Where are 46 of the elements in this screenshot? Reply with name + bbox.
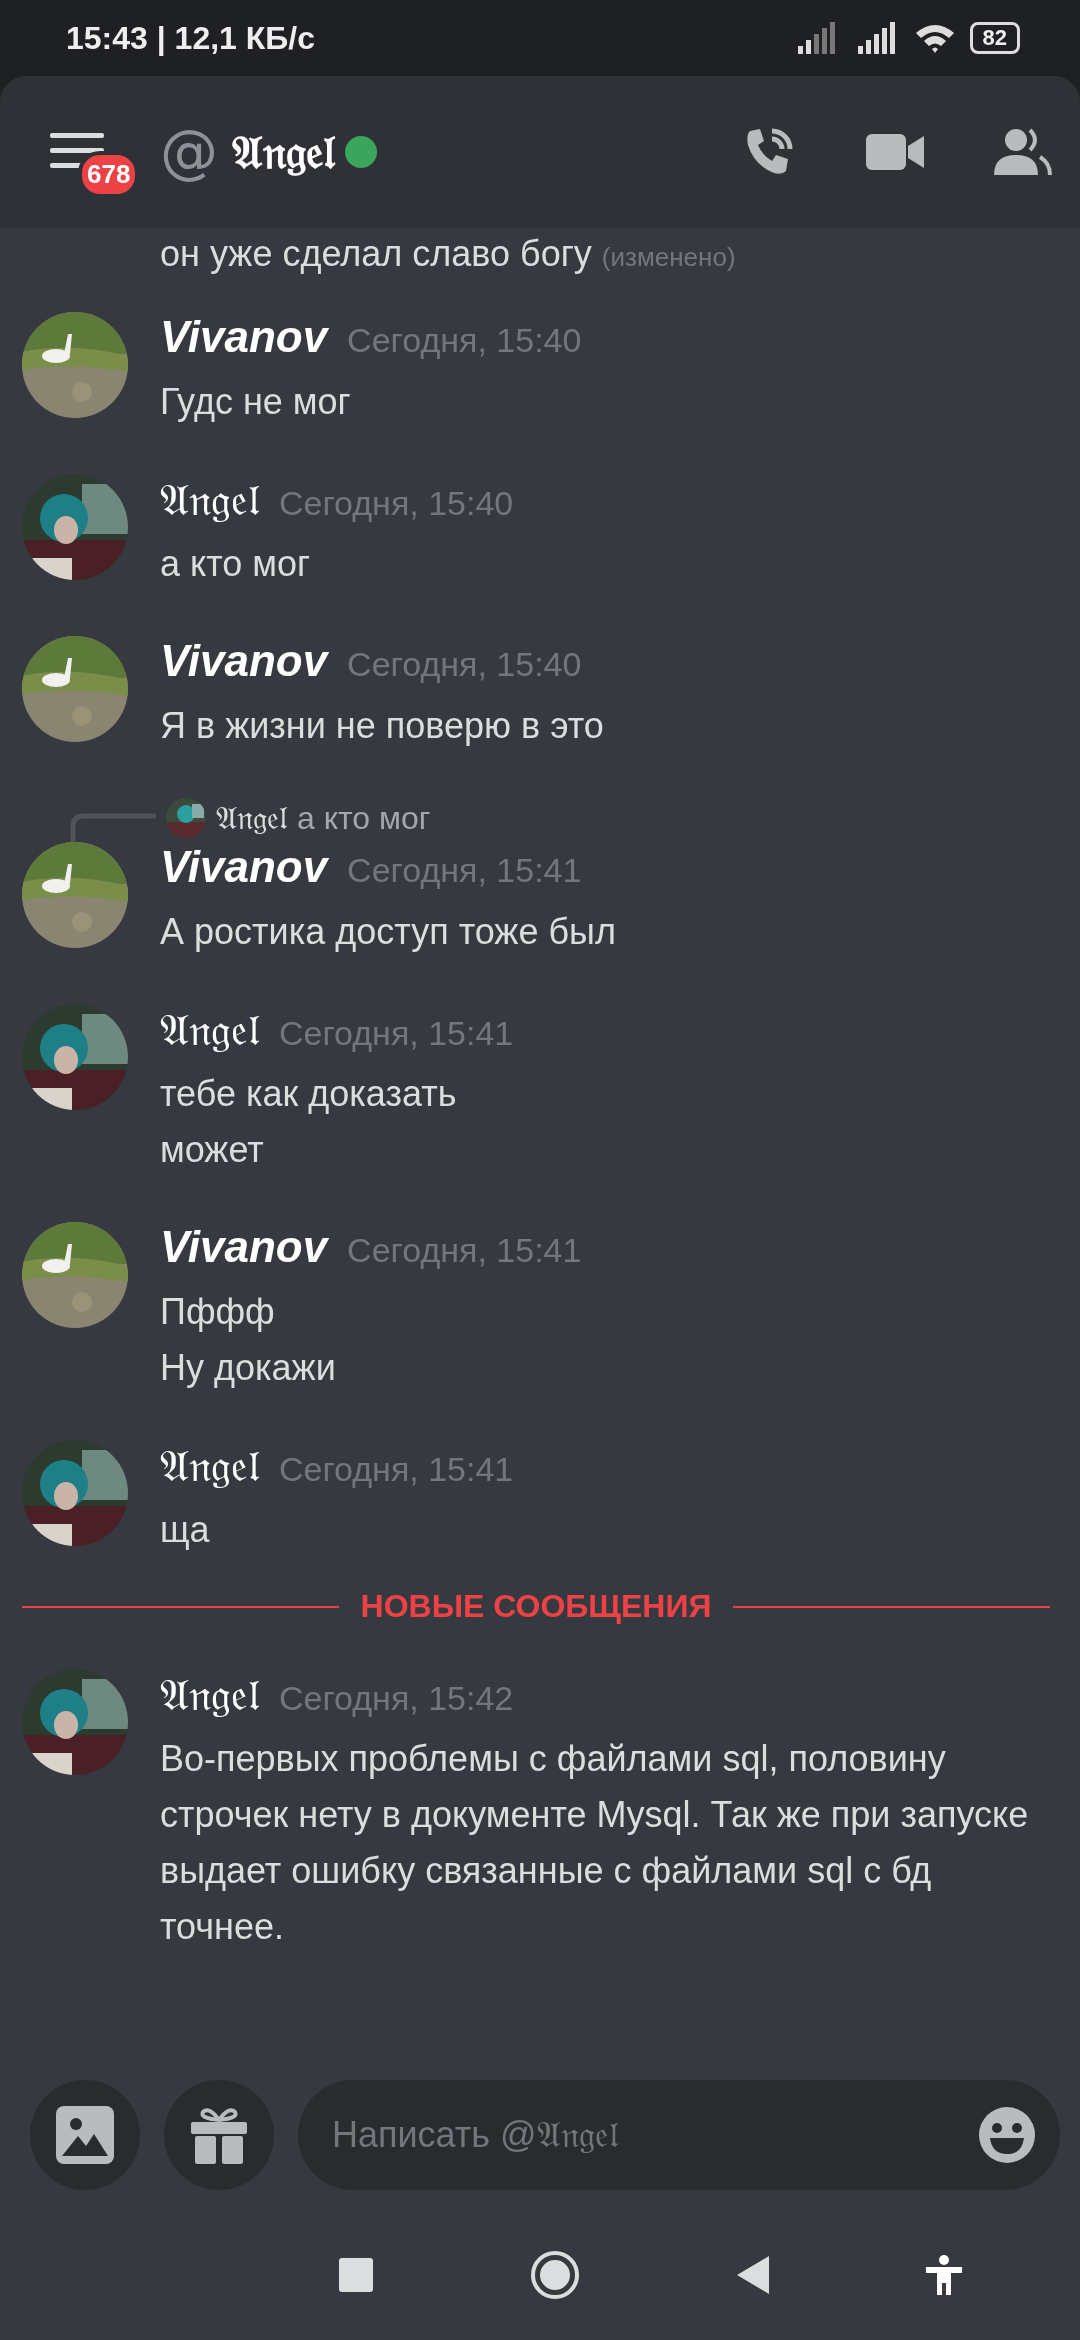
message-time: Сегодня, 15:41 xyxy=(279,1014,514,1053)
author-name[interactable]: 𝔄𝔫𝔤𝔢𝔩 xyxy=(160,1669,259,1721)
message-text: Я в жизни не поверю в это xyxy=(160,704,604,748)
new-messages-divider: НОВЫЕ СООБЩЕНИЯ xyxy=(360,1588,712,1625)
author-name[interactable]: Vivanov xyxy=(160,312,328,362)
author-name[interactable]: 𝔄𝔫𝔤𝔢𝔩 xyxy=(160,474,259,526)
gift-icon xyxy=(191,2106,247,2164)
message-input[interactable]: Написать @𝔄𝔫𝔤𝔢𝔩 xyxy=(330,2113,978,2157)
reply-text: а кто мог xyxy=(297,799,431,837)
image-icon xyxy=(56,2106,114,2164)
author-name[interactable]: 𝔄𝔫𝔤𝔢𝔩 xyxy=(160,1004,259,1056)
message-time: Сегодня, 15:41 xyxy=(347,1231,582,1270)
message-time: Сегодня, 15:42 xyxy=(279,1679,514,1718)
accessibility-icon[interactable] xyxy=(925,2255,962,2295)
message-text: тебе как доказать xyxy=(160,1072,458,1116)
at-sign: @ xyxy=(160,118,218,186)
channel-title: 𝔄𝔫𝔤𝔢𝔩 xyxy=(232,124,335,180)
message-time: Сегодня, 15:41 xyxy=(347,851,582,890)
message-time: Сегодня, 15:40 xyxy=(279,484,514,523)
back-icon[interactable] xyxy=(736,2256,769,2294)
emoji-icon[interactable] xyxy=(978,2106,1036,2164)
message-time: Сегодня, 15:40 xyxy=(347,321,582,360)
author-name[interactable]: Vivanov xyxy=(160,1222,328,1272)
message-time: Сегодня, 15:41 xyxy=(279,1450,514,1489)
reply-author: 𝔄𝔫𝔤𝔢𝔩 xyxy=(216,799,287,837)
message-text: Ну докажи xyxy=(160,1346,337,1390)
message-text: Гудс не мог xyxy=(160,380,352,424)
recents-icon[interactable] xyxy=(338,2258,373,2292)
edited-label: (изменено) xyxy=(601,242,736,273)
message-text: а кто мог xyxy=(160,542,312,586)
message-time: Сегодня, 15:40 xyxy=(347,645,582,684)
members-icon[interactable] xyxy=(994,127,1052,177)
battery-icon: 82 xyxy=(969,22,1020,54)
status-time: 15:43 | 12,1 КБ/с xyxy=(66,19,315,57)
message-text: он уже сделал славо богу xyxy=(160,232,592,276)
author-name[interactable]: Vivanov xyxy=(160,842,328,892)
message-text: А ростика доступ тоже был xyxy=(160,910,616,954)
home-icon[interactable] xyxy=(529,2250,580,2300)
message-field[interactable]: Написать @𝔄𝔫𝔤𝔢𝔩 xyxy=(298,2080,1060,2190)
message-text: ща xyxy=(160,1508,211,1552)
message-text: может xyxy=(160,1128,265,1172)
author-name[interactable]: 𝔄𝔫𝔤𝔢𝔩 xyxy=(160,1440,259,1492)
author-name[interactable]: Vivanov xyxy=(160,636,328,686)
message-text: Во-первых проблемы с файлами sql, половину строчек нету в документе Mysql. Так же при запуске выдает ошибку связанные с файлами sql с бд точнее. xyxy=(160,1737,1030,1949)
message-text: Пффф xyxy=(160,1290,276,1334)
video-icon[interactable] xyxy=(866,132,924,172)
